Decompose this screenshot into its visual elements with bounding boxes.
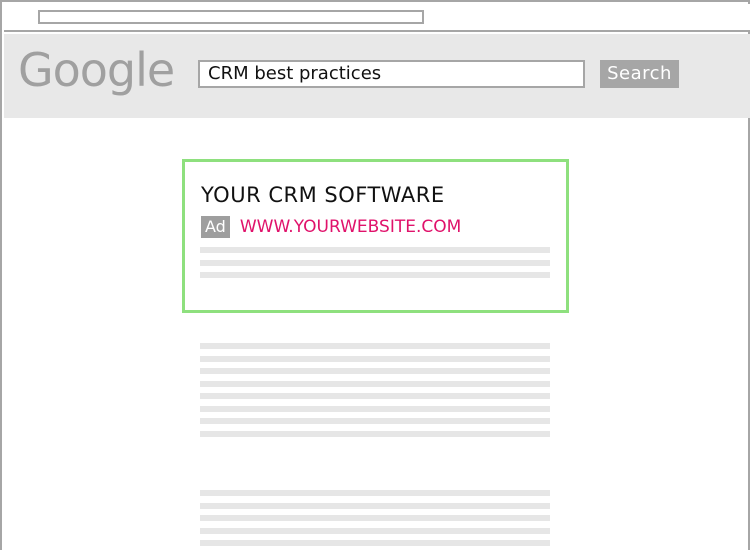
result-placeholder-line (200, 431, 550, 437)
result-placeholder-line (200, 343, 550, 349)
ad-url-row: Ad WWW.YOURWEBSITE.COM (201, 216, 461, 238)
ad-snippet-line (200, 247, 550, 253)
google-logo[interactable]: Google (18, 42, 175, 98)
ad-badge: Ad (201, 216, 230, 238)
search-button[interactable]: Search (600, 60, 679, 88)
result-placeholder-line (200, 490, 550, 496)
result-placeholder-line (200, 406, 550, 412)
result-placeholder-line (200, 381, 550, 387)
browser-toolbar (4, 4, 750, 32)
search-input[interactable]: CRM best practices (198, 60, 585, 88)
result-placeholder-line (200, 368, 550, 374)
result-placeholder-line (200, 515, 550, 521)
result-placeholder-line (200, 418, 550, 424)
ad-snippet-line (200, 260, 550, 266)
result-placeholder-line (200, 540, 550, 546)
ad-result-card[interactable]: YOUR CRM SOFTWARE Ad WWW.YOURWEBSITE.COM (182, 159, 569, 313)
address-bar[interactable] (38, 10, 424, 24)
search-header: Google CRM best practices Search (4, 34, 750, 118)
result-placeholder-line (200, 503, 550, 509)
ad-snippet-line (200, 272, 550, 278)
result-placeholder-line (200, 393, 550, 399)
result-placeholder-line (200, 356, 550, 362)
ad-title[interactable]: YOUR CRM SOFTWARE (201, 182, 445, 208)
ad-url[interactable]: WWW.YOURWEBSITE.COM (240, 216, 461, 238)
result-placeholder-line (200, 528, 550, 534)
